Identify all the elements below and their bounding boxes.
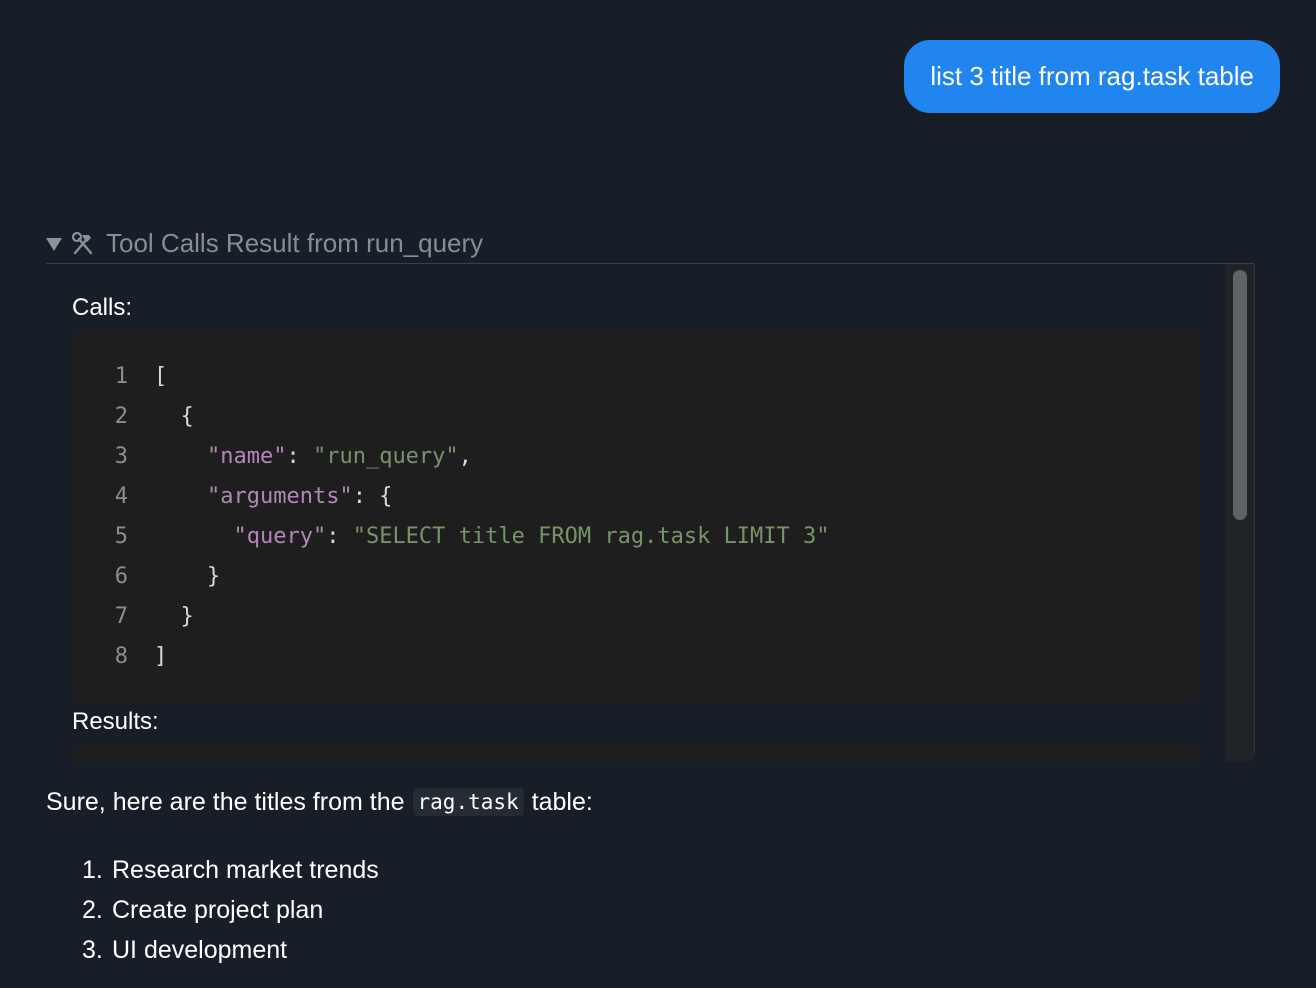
results-label: Results:	[72, 708, 159, 735]
list-item-text: Create project plan	[112, 895, 324, 924]
code-token: ,	[458, 443, 472, 469]
tool-calls-summary-label: Tool Calls Result from run_query	[106, 228, 484, 258]
triangle-down-icon[interactable]	[46, 238, 62, 251]
reply-intro-text: Sure, here are the titles from the	[46, 787, 405, 816]
list-item-text: Research market trends	[112, 855, 379, 884]
list-item-number: 1.	[82, 855, 103, 884]
code-token: [	[154, 363, 168, 389]
code-token: ]	[154, 643, 168, 669]
code-line: 7 }	[72, 596, 194, 636]
line-number: 6	[114, 563, 128, 589]
tool-calls-summary[interactable]: Tool Calls Result from run_query	[46, 228, 483, 259]
calls-code-block: 1[2 {3 "name": "run_query", 4 "arguments"…	[72, 330, 1200, 702]
results-code-block	[72, 744, 1200, 762]
list-item: 1. Research market trends	[46, 850, 593, 890]
line-number: 3	[114, 443, 128, 469]
reply-list: 1. Research market trends 2. Create proj…	[46, 850, 593, 970]
code-line: 5 "query": "SELECT title FROM rag.task L…	[72, 516, 830, 556]
hammer-wrench-icon	[71, 231, 93, 254]
scrollbar[interactable]	[1226, 264, 1254, 762]
code-line: 3 "name": "run_query",	[72, 436, 472, 476]
line-number: 4	[114, 483, 128, 509]
list-item-number: 3.	[82, 935, 103, 964]
line-number: 7	[114, 603, 128, 629]
user-message-bubble: list 3 title from rag.task table	[904, 40, 1280, 113]
code-token: "query"	[233, 523, 327, 549]
inline-code: rag.task	[412, 788, 524, 816]
reply-intro: Sure, here are the titles from the rag.t…	[46, 784, 593, 820]
tool-calls-panel: Calls: 1[2 {3 "name": "run_query", 4 "arg…	[46, 264, 1255, 762]
code-line: 4 "arguments": {	[72, 476, 393, 516]
scrollbar-thumb[interactable]	[1233, 270, 1247, 520]
code-token: "run_query"	[312, 443, 459, 469]
line-number: 1	[114, 363, 128, 389]
code-token: :	[326, 523, 353, 549]
line-number: 2	[114, 403, 128, 429]
code-token: "SELECT title FROM rag.task LIMIT 3"	[352, 523, 830, 549]
list-item-text: UI development	[112, 935, 288, 964]
code-line: 6 }	[72, 556, 220, 596]
list-item-number: 2.	[82, 895, 103, 924]
line-number: 8	[114, 643, 128, 669]
code-token: : {	[352, 483, 393, 509]
user-message-text: list 3 title from rag.task table	[930, 61, 1254, 91]
chat-view: list 3 title from rag.task table Tool Ca…	[0, 0, 1316, 988]
code-line: 2 {	[72, 396, 194, 436]
code-token: }	[154, 563, 221, 589]
reply-intro-suffix: table:	[531, 787, 593, 816]
code-token: {	[154, 403, 194, 429]
assistant-reply: Sure, here are the titles from the rag.t…	[46, 784, 593, 970]
calls-label: Calls:	[72, 294, 133, 321]
code-token: "arguments"	[206, 483, 353, 509]
list-item: 3. UI development	[46, 930, 593, 970]
code-line: 8]	[72, 636, 168, 676]
code-token: }	[154, 603, 194, 629]
code-token: "name"	[206, 443, 287, 469]
line-number: 5	[114, 523, 128, 549]
list-item: 2. Create project plan	[46, 890, 593, 930]
code-token: :	[286, 443, 313, 469]
code-line: 1[	[72, 356, 168, 396]
